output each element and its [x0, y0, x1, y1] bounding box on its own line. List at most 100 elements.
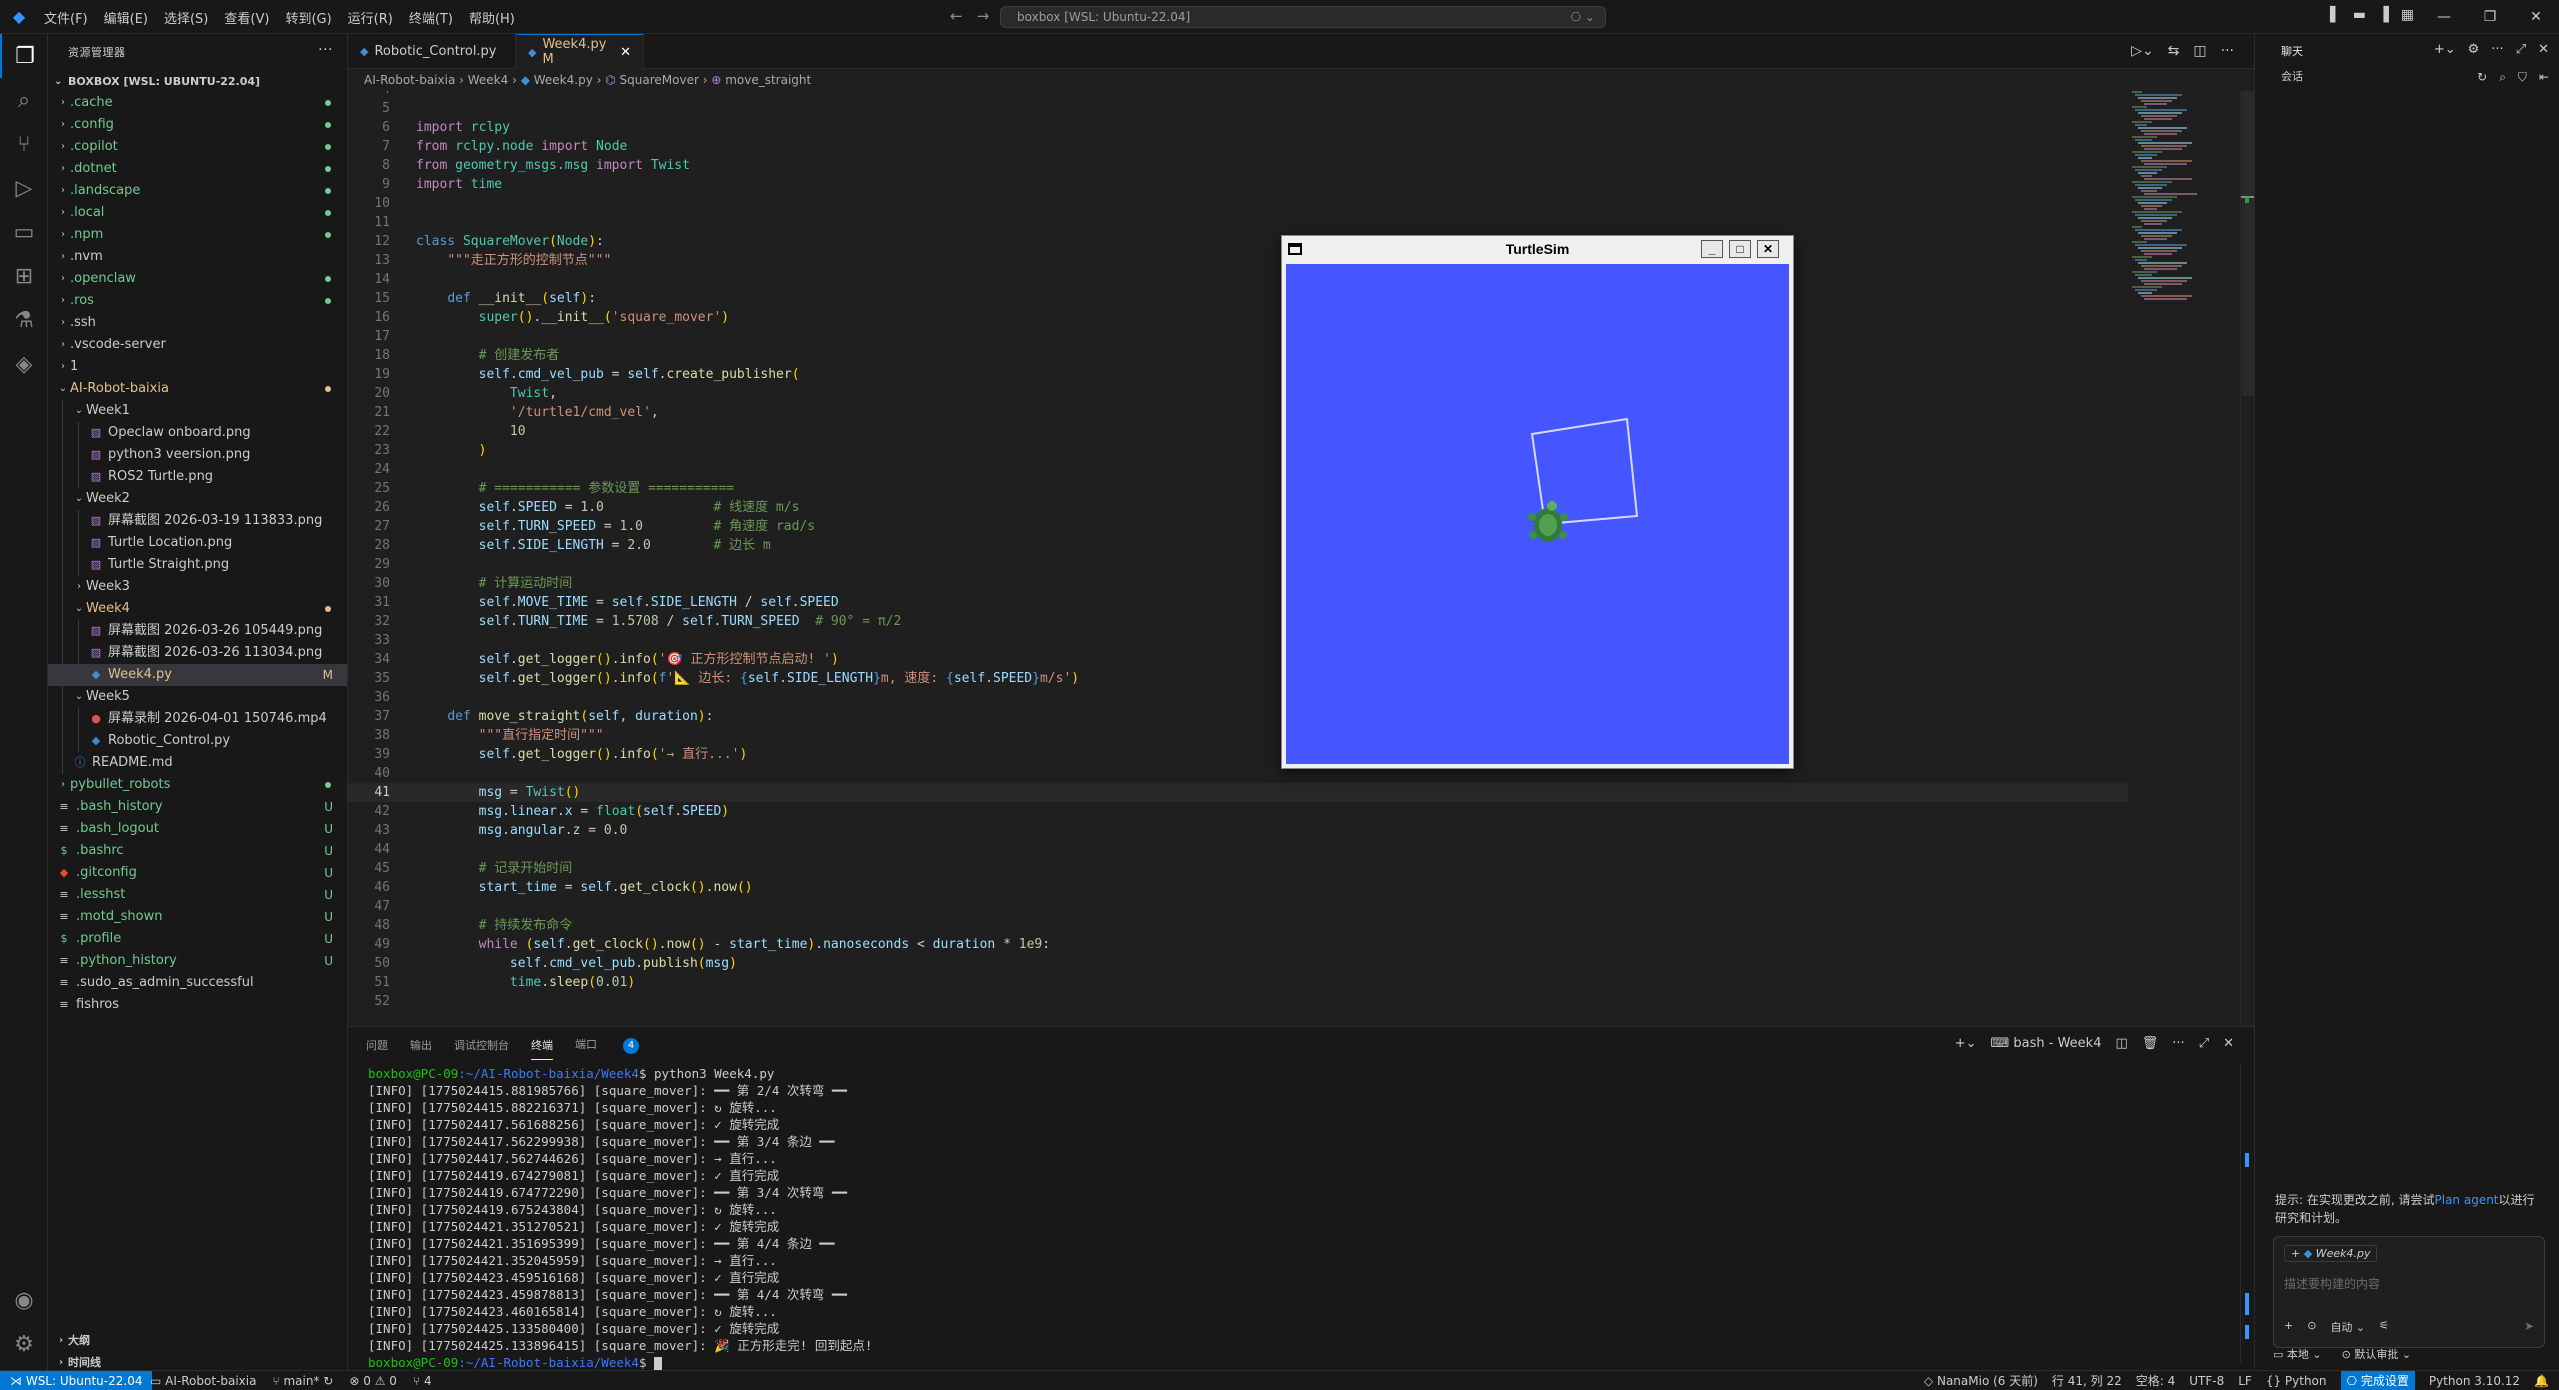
cursor-position[interactable]: 行 41, 列 22: [2052, 1371, 2122, 1390]
tab-output[interactable]: 输出: [410, 1037, 432, 1053]
python-icon[interactable]: ◈: [0, 342, 48, 386]
extensions-icon[interactable]: ⊞: [0, 254, 48, 298]
tree-item[interactable]: ▨ Opeclaw onboard.png: [48, 422, 347, 444]
tree-item[interactable]: › Week3: [48, 576, 347, 598]
menu-item[interactable]: 运行(R): [340, 8, 401, 27]
maximize-icon[interactable]: ⤢: [2516, 42, 2526, 57]
tab-robotic-control[interactable]: ◆ Robotic_Control.py: [348, 34, 516, 69]
restore-window-icon[interactable]: ❐: [2467, 9, 2513, 25]
approval-dropdown[interactable]: ⊙ 默认审批 ⌄: [2342, 1346, 2411, 1362]
terminal-name[interactable]: ⌨ bash - Week4: [1990, 1036, 2101, 1051]
tree-item[interactable]: $ .bashrc U: [48, 840, 347, 862]
close-window-icon[interactable]: ✕: [2513, 9, 2559, 25]
settings-gear-icon[interactable]: ⚙: [0, 1322, 48, 1366]
maximize-button[interactable]: □: [1729, 240, 1751, 258]
minimize-window-icon[interactable]: —: [2421, 9, 2467, 25]
menu-item[interactable]: 帮助(H): [461, 8, 523, 27]
tree-item[interactable]: ◆ Robotic_Control.py: [48, 730, 347, 752]
command-center[interactable]: boxbox [WSL: Ubuntu-22.04] ⎔ ⌄: [1000, 6, 1606, 28]
toggle-sidebar-icon[interactable]: ▌: [2330, 7, 2341, 23]
git-blame[interactable]: ◇ NanaMio (6 天前): [1924, 1371, 2038, 1390]
tree-item[interactable]: › .dotnet: [48, 158, 347, 180]
close-icon[interactable]: ✕: [2538, 42, 2549, 57]
tree-item[interactable]: ≡ .sudo_as_admin_successful: [48, 972, 347, 994]
tree-item[interactable]: ≡ .python_history U: [48, 950, 347, 972]
explorer-icon[interactable]: ❐: [0, 34, 48, 78]
tree-item[interactable]: › .copilot: [48, 136, 347, 158]
menu-item[interactable]: 转到(G): [277, 8, 339, 27]
breadcrumb-item[interactable]: AI-Robot-baixia: [364, 73, 455, 87]
tree-item[interactable]: ▨ 屏幕截图 2026-03-26 105449.png: [48, 620, 347, 642]
tab-problems[interactable]: 问题: [366, 1037, 388, 1053]
close-panel-icon[interactable]: ✕: [2223, 1036, 2234, 1051]
tree-item[interactable]: ▨ 屏幕截图 2026-03-26 113034.png: [48, 642, 347, 664]
tree-item[interactable]: ⓘ README.md: [48, 752, 347, 774]
filter-icon[interactable]: ⛉: [2518, 70, 2527, 85]
tree-item[interactable]: ⌄ AI-Robot-baixia: [48, 378, 347, 400]
context-chip[interactable]: + ◆ Week4.py: [2284, 1245, 2378, 1262]
compare-changes-icon[interactable]: ⇆: [2168, 43, 2180, 59]
folder-status[interactable]: ▭ AI-Robot-baixia: [150, 1371, 256, 1390]
problems-status[interactable]: ⊗ 0 ⚠ 0: [349, 1371, 397, 1390]
add-context-icon[interactable]: +: [2291, 1247, 2304, 1260]
setup-complete[interactable]: ⎔ 完成设置: [2340, 1371, 2415, 1390]
menu-item[interactable]: 编辑(E): [96, 8, 156, 27]
tree-item[interactable]: ▨ Turtle Straight.png: [48, 554, 347, 576]
turtlesim-window[interactable]: TurtleSim _ □ ✕: [1281, 235, 1794, 769]
tools-icon[interactable]: ⊙: [2307, 1319, 2316, 1335]
tree-item[interactable]: ≡ fishros: [48, 994, 347, 1016]
local-dropdown[interactable]: ▭ 本地 ⌄: [2273, 1346, 2322, 1362]
more-actions-icon[interactable]: ···: [2221, 43, 2234, 59]
menu-item[interactable]: 选择(S): [156, 8, 216, 27]
tree-item[interactable]: ▨ ROS2 Turtle.png: [48, 466, 347, 488]
breadcrumb-item[interactable]: Week4: [468, 73, 509, 87]
tree-item[interactable]: $ .profile U: [48, 928, 347, 950]
tree-item[interactable]: ▨ python3 veersion.png: [48, 444, 347, 466]
menu-item[interactable]: 文件(F): [36, 8, 96, 27]
language-mode[interactable]: {} Python: [2266, 1371, 2327, 1390]
workspace-root[interactable]: ⌄ BOXBOX [WSL: UBUNTU-22.04]: [48, 70, 347, 92]
more-actions-icon[interactable]: ···: [2172, 1036, 2184, 1051]
branch-status[interactable]: ⑂ main* ↻: [272, 1371, 333, 1390]
tree-item[interactable]: ⌄ Week4: [48, 598, 347, 620]
search-icon[interactable]: ⌕: [0, 78, 48, 122]
more-actions-icon[interactable]: ···: [2491, 42, 2503, 57]
breadcrumb-item[interactable]: SquareMover: [620, 73, 699, 87]
tree-item[interactable]: › .ssh: [48, 312, 347, 334]
tree-item[interactable]: › .config: [48, 114, 347, 136]
breadcrumb-item[interactable]: move_straight: [725, 73, 811, 87]
tree-item[interactable]: › .openclaw: [48, 268, 347, 290]
tree-item[interactable]: ⌄ Week5: [48, 686, 347, 708]
menu-item[interactable]: 查看(V): [216, 8, 277, 27]
tree-item[interactable]: › .npm: [48, 224, 347, 246]
python-interpreter[interactable]: Python 3.10.12: [2429, 1371, 2520, 1390]
indentation[interactable]: 空格: 4: [2136, 1371, 2176, 1390]
back-arrow-icon[interactable]: ←: [950, 7, 963, 25]
editor-scrollbar[interactable]: [2240, 91, 2254, 1026]
turtlesim-title-bar[interactable]: TurtleSim _ □ ✕: [1282, 236, 1793, 262]
tree-item[interactable]: › .ros: [48, 290, 347, 312]
close-button[interactable]: ✕: [1757, 240, 1779, 258]
remote-indicator[interactable]: ⋊ WSL: Ubuntu-22.04: [0, 1371, 153, 1390]
customize-layout-icon[interactable]: ▦: [2401, 7, 2414, 23]
search-icon[interactable]: ⌕: [2499, 70, 2506, 85]
tree-item[interactable]: › .landscape: [48, 180, 347, 202]
tab-week4[interactable]: ◆ Week4.py M ✕: [516, 34, 644, 69]
tree-item[interactable]: ◆ Week4.py M: [48, 664, 347, 686]
split-editor-icon[interactable]: ◫: [2193, 43, 2206, 59]
plan-agent-link[interactable]: Plan agent: [2435, 1193, 2499, 1207]
minimap[interactable]: [2128, 91, 2238, 1026]
tab-terminal[interactable]: 终端: [531, 1037, 553, 1060]
chat-input-placeholder[interactable]: 描述要构建的内容: [2284, 1275, 2380, 1292]
more-actions-icon[interactable]: ···: [318, 42, 333, 58]
tree-item[interactable]: › .vscode-server: [48, 334, 347, 356]
tree-item[interactable]: ▨ Turtle Location.png: [48, 532, 347, 554]
tree-item[interactable]: ≡ .bash_logout U: [48, 818, 347, 840]
tab-debug-console[interactable]: 调试控制台: [454, 1037, 509, 1053]
tree-item[interactable]: ≡ .motd_shown U: [48, 906, 347, 928]
refresh-icon[interactable]: ↻: [2477, 70, 2487, 85]
tree-item[interactable]: › .cache: [48, 92, 347, 114]
tree-item[interactable]: ● 屏幕录制 2026-04-01 150746.mp4: [48, 708, 347, 730]
forward-arrow-icon[interactable]: →: [977, 7, 990, 25]
ports-status[interactable]: ⑂ 4: [413, 1371, 432, 1390]
